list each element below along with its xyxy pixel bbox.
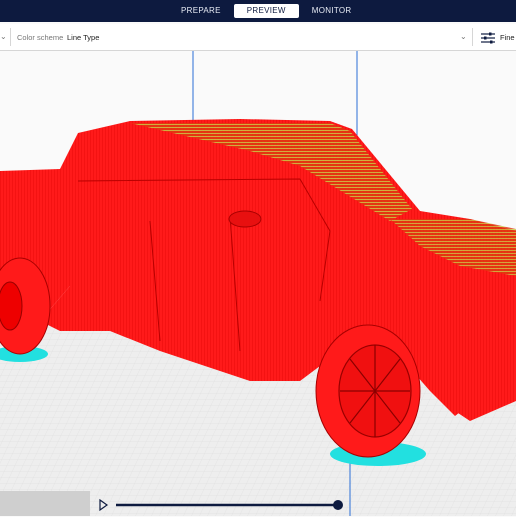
view-toolbar: ⌄ Color scheme Line Type ⌄ Fine - bbox=[0, 24, 516, 51]
layer-slider-handle[interactable] bbox=[333, 500, 343, 510]
viewport-3d[interactable] bbox=[0, 51, 516, 516]
color-scheme-label: Color scheme bbox=[17, 33, 64, 42]
divider bbox=[472, 28, 473, 46]
print-settings-button[interactable]: Fine - bbox=[500, 33, 516, 42]
tab-prepare[interactable]: PREPARE bbox=[168, 4, 234, 18]
chevron-down-icon[interactable]: ⌄ bbox=[0, 32, 7, 41]
stage-tabs: PREPARE PREVIEW MONITOR bbox=[168, 4, 364, 18]
stage-bar: PREPARE PREVIEW MONITOR bbox=[0, 0, 516, 22]
chevron-down-icon[interactable]: ⌄ bbox=[460, 32, 467, 41]
tab-monitor[interactable]: MONITOR bbox=[299, 4, 365, 18]
layer-playback bbox=[96, 498, 346, 512]
divider bbox=[10, 28, 11, 46]
plate-edge bbox=[0, 491, 90, 516]
play-icon[interactable] bbox=[99, 498, 109, 512]
color-scheme-select[interactable]: Line Type bbox=[67, 33, 99, 42]
tab-preview[interactable]: PREVIEW bbox=[233, 4, 299, 18]
settings-sliders-icon[interactable] bbox=[481, 31, 495, 49]
